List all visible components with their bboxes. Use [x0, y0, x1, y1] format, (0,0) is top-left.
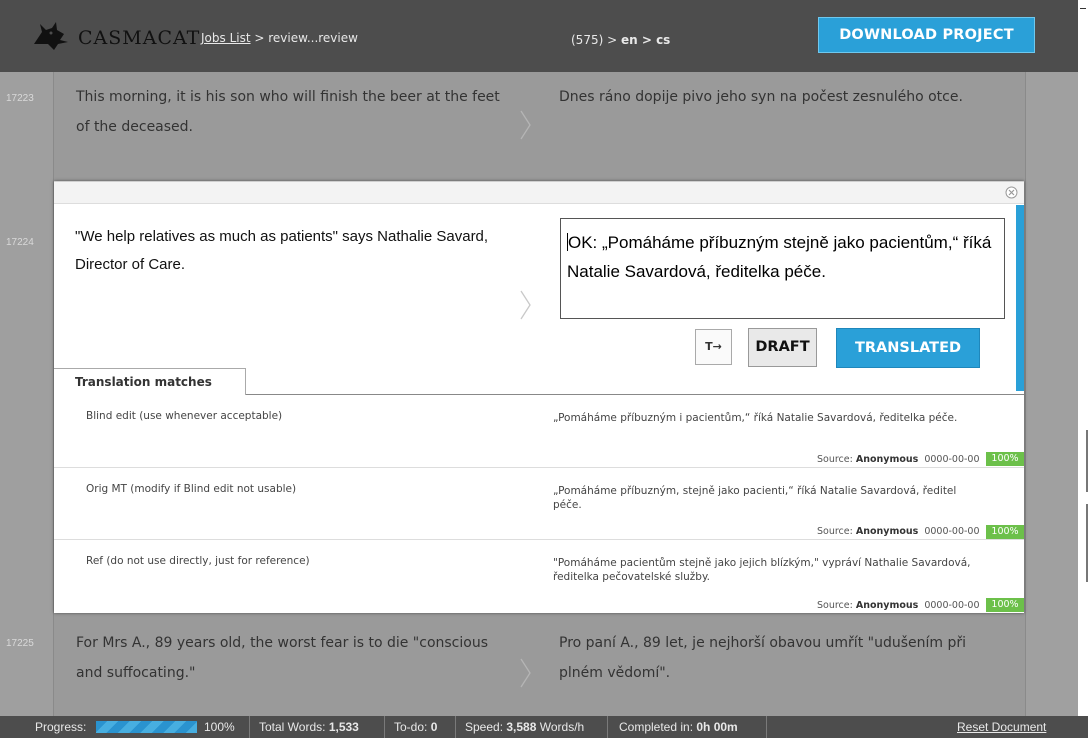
divider — [384, 716, 385, 738]
match-label: Ref (do not use directly, just for refer… — [86, 555, 310, 567]
divider — [766, 716, 767, 738]
jobs-list-link[interactable]: Jobs List — [201, 31, 251, 45]
draft-button[interactable]: DRAFT — [748, 328, 817, 367]
progress-percent: 100% — [204, 720, 235, 734]
source-language: en — [620, 33, 638, 47]
status-footer: Progress: 100% Total Words: 1,533 To-do:… — [0, 716, 1088, 738]
total-words: Total Words: 1,533 — [259, 720, 359, 734]
segment-number: 17225 — [6, 638, 34, 649]
translation-editor[interactable]: OK: „Pomáháme příbuzným stejně jako paci… — [560, 218, 1005, 319]
match-date: 0000-00-00 — [924, 454, 980, 465]
copy-source-tags-button[interactable]: T→ — [695, 329, 732, 365]
source-name: Anonymous — [855, 454, 919, 465]
window-edge-right — [1078, 72, 1088, 717]
right-sidebar — [1025, 72, 1078, 717]
segment-number: 17224 — [6, 237, 34, 248]
progress-bar — [96, 721, 197, 733]
breadcrumb: Jobs List > review...review — [201, 31, 358, 45]
match-text: „Pomáháme příbuzným, stejně jako pacient… — [553, 485, 957, 511]
match-label: Blind edit (use whenever acceptable) — [86, 410, 283, 422]
match-text: "Pomáháme pacientům stejně jako jejich b… — [553, 557, 971, 583]
top-header: CASMACAT Jobs List > review...review (57… — [0, 0, 1088, 72]
todo-value: 0 — [430, 720, 438, 734]
active-segment-panel: "We help relatives as much as patients" … — [54, 181, 1024, 613]
match-date: 0000-00-00 — [924, 600, 980, 611]
close-icon[interactable] — [1005, 186, 1018, 199]
match-item[interactable]: Orig MT (modify if Blind edit not usable… — [54, 468, 1024, 540]
total-words-label: Total Words: — [259, 720, 329, 734]
active-source-text: "We help relatives as much as patients" … — [75, 228, 489, 273]
speed-label: Speed: — [465, 720, 507, 734]
divider — [607, 716, 608, 738]
match-source: Source: Anonymous 0000-00-00 — [817, 526, 980, 537]
completed-label: Completed in: — [619, 720, 697, 734]
completed-value: 0h 00m — [696, 720, 738, 734]
speed-value: 3,588 — [506, 720, 537, 734]
match-percent-badge: 100% — [986, 525, 1024, 539]
casmacat-logo[interactable]: CASMACAT — [30, 18, 199, 54]
match-percent-badge: 100% — [986, 452, 1024, 466]
tab-translation-matches[interactable]: Translation matches — [54, 368, 246, 395]
source-name: Anonymous — [855, 526, 919, 537]
logo-text: CASMACAT — [78, 27, 201, 49]
language-separator: > — [637, 33, 657, 47]
match-item[interactable]: Blind edit (use whenever acceptable) „Po… — [54, 395, 1024, 468]
translated-button[interactable]: TRANSLATED — [836, 328, 980, 368]
progress-label: Progress: — [35, 720, 87, 734]
match-date: 0000-00-00 — [924, 526, 980, 537]
todo-label: To-do: — [394, 720, 431, 734]
match-item[interactable]: Ref (do not use directly, just for refer… — [54, 540, 1024, 613]
match-percent-badge: 100% — [986, 598, 1024, 612]
panel-top-bar — [54, 182, 1024, 204]
completed-in: Completed in: 0h 00m — [619, 720, 738, 734]
match-label: Orig MT (modify if Blind edit not usable… — [86, 483, 297, 495]
match-source: Source: Anonymous 0000-00-00 — [817, 454, 980, 465]
panel-scrollbar[interactable] — [1016, 205, 1024, 391]
segment-target: Pro paní A., 89 let, je nejhorší obavou … — [559, 635, 966, 681]
match-source: Source: Anonymous 0000-00-00 — [817, 600, 980, 611]
segment-number: 17223 — [6, 93, 34, 104]
breadcrumb-path: > review...review — [250, 31, 358, 45]
source-prefix: Source: — [817, 454, 856, 465]
job-id: (575) > — [571, 33, 621, 47]
match-text: „Pomáháme příbuzným i pacientům,“ říká N… — [553, 412, 958, 424]
source-prefix: Source: — [817, 526, 856, 537]
divider — [249, 716, 250, 738]
editor-text: OK: „Pomáháme příbuzným stejně jako paci… — [567, 233, 992, 281]
segment-source: For Mrs A., 89 years old, the worst fear… — [76, 635, 488, 681]
divider — [455, 716, 456, 738]
speed: Speed: 3,588 Words/h — [465, 720, 584, 734]
casmacat-app: CASMACAT Jobs List > review...review (57… — [0, 0, 1088, 738]
source-prefix: Source: — [817, 600, 856, 611]
reset-document-link[interactable]: Reset Document — [957, 720, 1046, 734]
chevron-right-icon — [520, 658, 531, 688]
speed-unit: Words/h — [536, 720, 585, 734]
download-project-button[interactable]: DOWNLOAD PROJECT — [818, 17, 1035, 53]
source-name: Anonymous — [855, 600, 919, 611]
chevron-right-icon — [520, 110, 531, 140]
chevron-right-icon — [520, 290, 531, 320]
segment-number-gutter — [0, 72, 54, 717]
segment-target: Dnes ráno dopije pivo jeho syn na počest… — [559, 89, 963, 105]
cat-logo-icon — [34, 22, 68, 50]
todo: To-do: 0 — [394, 720, 437, 734]
segment-source: This morning, it is his son who will fin… — [76, 89, 500, 135]
total-words-value: 1,533 — [328, 720, 359, 734]
window-edge — [1078, 0, 1088, 72]
language-pair: (575) > en > cs — [571, 33, 670, 47]
target-language: cs — [656, 33, 671, 47]
